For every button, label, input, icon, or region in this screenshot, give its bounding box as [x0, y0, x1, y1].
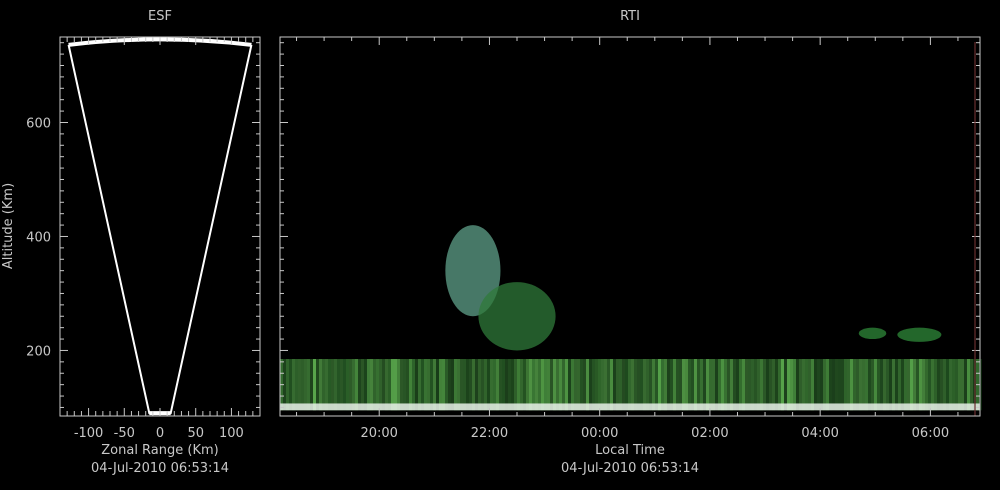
figure: ESF -100 -50 0 50 100 200 400 600 Altitude (Km)…	[1, 9, 982, 476]
esf-ytick-label: 400	[26, 230, 51, 245]
rti-title: RTI	[620, 9, 640, 24]
rti-timestamp: 04-Jul-2010 06:53:14	[561, 461, 699, 476]
rti-panel: 20:00 22:00 00:00 02:00 04:00 06:00	[280, 37, 982, 441]
esf-panel: -100 -50 0 50 100 200 400 600	[26, 37, 260, 441]
esf-ytick-label: 200	[26, 344, 51, 359]
esf-xlabel: Zonal Range (Km)	[101, 443, 218, 458]
esf-xtick-label: -100	[74, 426, 104, 441]
beam-outline	[67, 44, 253, 415]
esf-title: ESF	[148, 9, 172, 24]
rti-echo-late-echo-2	[897, 327, 942, 342]
rti-xtick-label: 02:00	[691, 426, 728, 441]
esf-xtick-label: 50	[187, 426, 204, 441]
esf-xtick-label: 0	[156, 426, 164, 441]
rti-echo-plume-tail	[478, 282, 556, 351]
esf-xtick-label: -50	[114, 426, 135, 441]
esf-ytick-label: 600	[26, 116, 51, 131]
rti-echo-base-layer	[280, 403, 980, 411]
rti-xtick-label: 00:00	[581, 426, 618, 441]
rti-xtick-label: 22:00	[471, 426, 508, 441]
rti-xlabel: Local Time	[595, 443, 665, 458]
rti-xtick-label: 04:00	[801, 426, 838, 441]
rti-xtick-label: 06:00	[912, 426, 949, 441]
rti-echo-e-region	[280, 359, 980, 411]
esf-timestamp: 04-Jul-2010 06:53:14	[91, 461, 229, 476]
rti-echo-late-echo-1	[858, 327, 887, 340]
esf-xtick-label: 100	[219, 426, 244, 441]
esf-frame	[59, 36, 261, 417]
esf-ylabel: Altitude (Km)	[1, 183, 16, 269]
rti-xtick-label: 20:00	[360, 426, 397, 441]
